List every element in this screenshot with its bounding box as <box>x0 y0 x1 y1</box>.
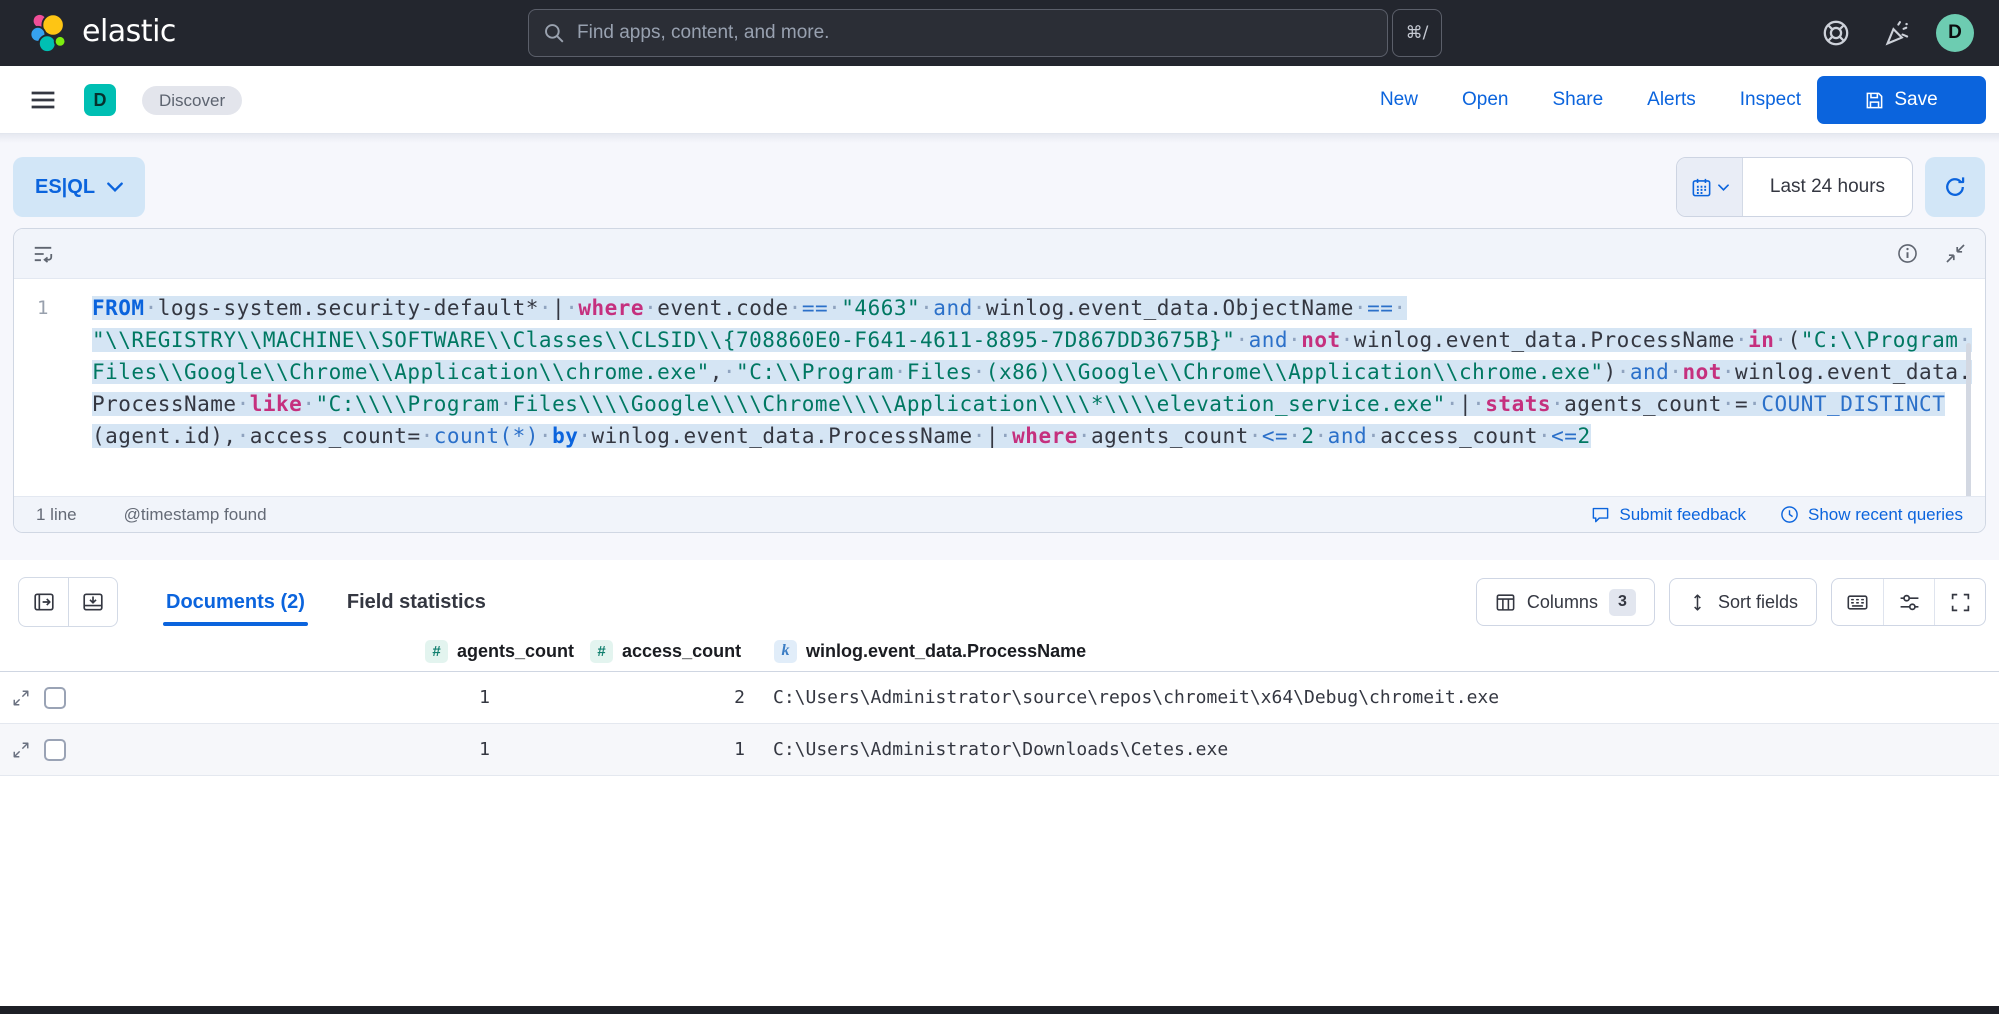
show-chart-panel-icon[interactable] <box>18 577 68 627</box>
cell-agents-count[interactable]: 1 <box>290 724 490 776</box>
wrap-lines-icon[interactable] <box>32 243 54 265</box>
global-header: elastic ⌘/ D <box>0 0 1999 66</box>
app-toolbar: D Discover New Open Share Alerts Inspect… <box>0 66 1999 134</box>
query-language-button[interactable]: ES|QL <box>13 157 145 217</box>
table-row[interactable]: 1 2 C:\Users\Administrator\source\repos\… <box>0 672 1999 724</box>
dock-panel-bottom-icon[interactable] <box>68 577 118 627</box>
sort-fields-button[interactable]: Sort fields <box>1669 578 1817 626</box>
new-button[interactable]: New <box>1380 89 1418 111</box>
tab-field-statistics[interactable]: Field statistics <box>344 577 489 627</box>
calendar-menu[interactable] <box>1677 158 1743 216</box>
grid-display-group <box>1831 578 1986 626</box>
clock-icon <box>1780 505 1799 524</box>
sort-icon <box>1688 593 1707 612</box>
menu-hamburger-icon[interactable] <box>28 86 58 114</box>
alerts-button[interactable]: Alerts <box>1647 89 1696 111</box>
bottom-edge-bar <box>0 1006 1999 1014</box>
number-field-icon: # <box>425 640 448 663</box>
tab-documents[interactable]: Documents (2) <box>163 577 308 627</box>
query-lines: FROM·logs-system.security-default*·|·whe… <box>92 292 1955 452</box>
search-icon <box>543 22 565 44</box>
show-recent-queries-link[interactable]: Show recent queries <box>1780 505 1963 525</box>
share-button[interactable]: Share <box>1552 89 1603 111</box>
chevron-down-icon <box>1718 184 1729 191</box>
keyboard-shortcuts-icon[interactable] <box>1832 579 1883 625</box>
help-icon[interactable] <box>1822 19 1850 47</box>
brand-wordmark: elastic <box>82 14 176 49</box>
cell-access-count[interactable]: 1 <box>545 724 745 776</box>
display-options-icon[interactable] <box>1883 579 1934 625</box>
calendar-icon <box>1691 177 1712 198</box>
cell-access-count[interactable]: 2 <box>545 672 745 724</box>
columns-button[interactable]: Columns 3 <box>1476 578 1655 626</box>
number-field-icon: # <box>590 640 613 663</box>
news-party-popper-icon[interactable] <box>1884 19 1912 47</box>
save-button[interactable]: Save <box>1817 76 1986 124</box>
breadcrumb[interactable]: Discover <box>142 86 242 115</box>
fullscreen-icon[interactable] <box>1934 579 1985 625</box>
line-count: 1 line <box>36 505 77 525</box>
global-search-input[interactable] <box>577 22 1373 44</box>
editor-toolbar <box>14 229 1985 279</box>
columns-icon <box>1495 592 1516 613</box>
results-tabs: Documents (2) Field statistics <box>163 577 489 627</box>
columns-count-badge: 3 <box>1609 589 1636 616</box>
grid-header-row: # agents_count # access_count k winlog.e… <box>0 630 1999 672</box>
cell-processname[interactable]: C:\Users\Administrator\Downloads\Cetes.e… <box>773 724 1228 776</box>
inspect-button[interactable]: Inspect <box>1740 89 1801 111</box>
space-avatar[interactable]: D <box>84 84 116 116</box>
column-header-access-count[interactable]: # access_count <box>590 630 741 672</box>
column-header-agents-count[interactable]: # agents_count <box>425 630 574 672</box>
expand-row-icon[interactable] <box>12 741 30 759</box>
keyword-field-icon: k <box>774 640 797 663</box>
esql-editor[interactable]: 1 FROM·logs-system.security-default*·|·w… <box>13 228 1986 533</box>
global-search[interactable] <box>528 9 1388 57</box>
info-icon[interactable] <box>1897 243 1919 265</box>
cell-processname[interactable]: C:\Users\Administrator\source\repos\chro… <box>773 672 1499 724</box>
feedback-icon <box>1591 505 1610 524</box>
editor-scrollbar[interactable] <box>1966 343 1971 503</box>
elastic-logo[interactable] <box>28 11 70 53</box>
row-checkbox[interactable] <box>44 739 66 761</box>
top-menu: New Open Share Alerts Inspect <box>1380 66 1801 134</box>
cell-agents-count[interactable]: 1 <box>290 672 490 724</box>
submit-feedback-link[interactable]: Submit feedback <box>1591 505 1746 525</box>
collapse-editor-icon[interactable] <box>1945 243 1967 265</box>
timestamp-note: @timestamp found <box>124 505 267 525</box>
expand-row-icon[interactable] <box>12 689 30 707</box>
editor-footer: 1 line @timestamp found Submit feedback … <box>14 496 1985 532</box>
time-range-value[interactable]: Last 24 hours <box>1743 158 1912 216</box>
table-row[interactable]: 1 1 C:\Users\Administrator\Downloads\Cet… <box>0 724 1999 776</box>
refresh-button[interactable] <box>1925 157 1985 217</box>
save-icon <box>1865 91 1884 110</box>
search-shortcut-hint: ⌘/ <box>1392 9 1442 57</box>
time-range-picker[interactable]: Last 24 hours <box>1676 157 1913 217</box>
open-button[interactable]: Open <box>1462 89 1508 111</box>
layout-toggle-group <box>18 577 118 627</box>
grid-toolbar: Columns 3 Sort fields <box>1476 578 1986 626</box>
column-header-processname[interactable]: k winlog.event_data.ProcessName <box>774 630 1086 672</box>
row-checkbox[interactable] <box>44 687 66 709</box>
query-code-area[interactable]: 1 FROM·logs-system.security-default*·|·w… <box>14 279 1985 498</box>
line-number: 1 <box>14 292 72 324</box>
user-avatar[interactable]: D <box>1936 14 1974 52</box>
chevron-down-icon <box>107 182 123 192</box>
